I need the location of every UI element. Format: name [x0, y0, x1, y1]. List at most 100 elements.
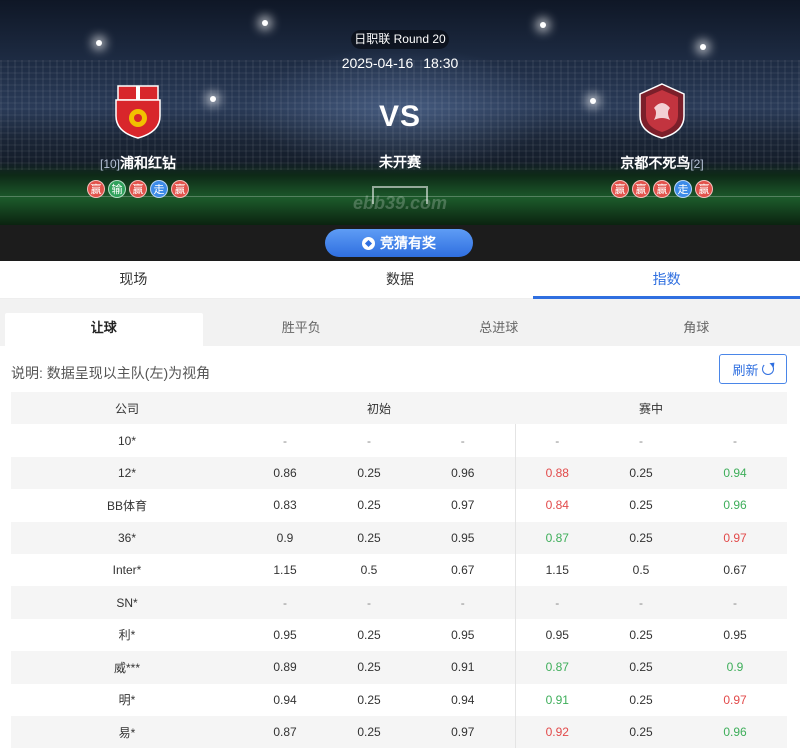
- form-badge-win: 赢: [632, 180, 650, 198]
- odds-table: 公司 初始 赛中 10* - - - - - -12* 0.86 0.25 0.96 0.88 0.2…: [11, 392, 788, 749]
- form-badge-win: 赢: [653, 180, 671, 198]
- initial-odds-cell: 0.5: [327, 553, 411, 587]
- live-odds-cell: 0.96: [683, 489, 788, 522]
- table-row[interactable]: 利* 0.95 0.25 0.95 0.95 0.25 0.95: [11, 618, 788, 652]
- initial-odds-cell: -: [411, 586, 516, 619]
- initial-odds-cell: 0.95: [411, 521, 516, 554]
- table-row[interactable]: SN* - - - - - -: [11, 586, 788, 619]
- company-cell: 威***: [11, 651, 243, 684]
- tab-odds[interactable]: 指数: [533, 261, 800, 299]
- vs-label: VS: [378, 100, 422, 133]
- initial-odds-cell: 0.67: [411, 553, 516, 587]
- live-odds-cell: 0.96: [683, 715, 788, 749]
- live-odds-cell: 0.97: [683, 683, 788, 716]
- initial-odds-cell: -: [411, 424, 516, 457]
- home-team[interactable]: [10]浦和红钻 赢 输 赢 走 赢: [68, 82, 208, 198]
- stadium-light: [96, 40, 102, 46]
- site-watermark: ebb39.com: [352, 193, 448, 213]
- header-company: 公司: [11, 392, 243, 425]
- note-row: 说明: 数据呈现以主队(左)为视角 刷新: [0, 346, 800, 392]
- initial-odds-cell: 0.25: [327, 715, 411, 749]
- live-odds-cell: 0.87: [514, 651, 600, 684]
- initial-odds-cell: 0.83: [243, 489, 327, 522]
- home-team-form: 赢 输 赢 走 赢: [68, 180, 208, 198]
- initial-odds-cell: 0.96: [411, 456, 516, 490]
- form-badge-win: 赢: [695, 180, 713, 198]
- match-datetime: 2025-04-16 18:30: [300, 55, 500, 71]
- company-cell: BB体育: [11, 489, 243, 522]
- company-cell: 10*: [11, 424, 243, 457]
- initial-odds-cell: 0.25: [327, 456, 411, 490]
- company-cell: 明*: [11, 683, 243, 716]
- form-badge-win: 赢: [87, 180, 105, 198]
- home-team-name: 浦和红钻: [120, 155, 176, 171]
- live-odds-cell: -: [514, 424, 600, 457]
- live-odds-cell: -: [514, 586, 600, 619]
- initial-odds-cell: 0.94: [243, 683, 327, 716]
- live-odds-cell: 0.5: [599, 553, 684, 587]
- company-cell: 12*: [11, 456, 243, 490]
- live-odds-cell: 0.25: [599, 715, 684, 749]
- tab-stats[interactable]: 数据: [267, 261, 534, 298]
- table-row[interactable]: 明* 0.94 0.25 0.94 0.91 0.25 0.97: [11, 683, 788, 716]
- guess-prize-button[interactable]: 竞猜有奖: [325, 229, 473, 257]
- subtab-win-draw-lose[interactable]: 胜平负: [203, 313, 401, 346]
- refresh-label: 刷新: [732, 362, 759, 378]
- company-cell: SN*: [11, 586, 243, 619]
- away-team-rank: [2]: [690, 157, 704, 171]
- company-cell: 利*: [11, 618, 243, 652]
- table-header-row: 公司 初始 赛中: [11, 392, 788, 425]
- company-cell: 36*: [11, 521, 243, 554]
- odds-sub-tabs-area: 让球 胜平负 总进球 角球: [0, 299, 800, 346]
- table-row[interactable]: 10* - - - - - -: [11, 424, 788, 457]
- initial-odds-cell: 0.25: [327, 489, 411, 522]
- form-badge-draw: 走: [150, 180, 168, 198]
- live-odds-cell: 0.25: [599, 683, 684, 716]
- table-row[interactable]: Inter* 1.15 0.5 0.67 1.15 0.5 0.67: [11, 553, 788, 587]
- initial-odds-cell: 0.25: [327, 618, 411, 652]
- table-row[interactable]: 12* 0.86 0.25 0.96 0.88 0.25 0.94: [11, 456, 788, 490]
- table-row[interactable]: 36* 0.9 0.25 0.95 0.87 0.25 0.97: [11, 521, 788, 554]
- initial-odds-cell: 1.15: [243, 553, 327, 587]
- subtab-handicap[interactable]: 让球: [5, 313, 203, 346]
- initial-odds-cell: 0.97: [411, 489, 516, 522]
- initial-odds-cell: 0.87: [243, 715, 327, 749]
- form-badge-win: 赢: [611, 180, 629, 198]
- perspective-note: 说明: 数据呈现以主队(左)为视角: [11, 365, 211, 381]
- subtab-total-goals[interactable]: 总进球: [400, 313, 598, 346]
- refresh-button[interactable]: 刷新: [719, 354, 787, 384]
- match-status: 未开赛: [379, 154, 421, 170]
- form-badge-win: 赢: [171, 180, 189, 198]
- live-odds-cell: 0.25: [599, 651, 684, 684]
- tab-live[interactable]: 现场: [0, 261, 267, 298]
- live-odds-cell: 0.92: [514, 715, 600, 749]
- initial-odds-cell: 0.25: [327, 651, 411, 684]
- subtab-corners[interactable]: 角球: [598, 313, 796, 346]
- initial-odds-cell: 0.97: [411, 715, 516, 749]
- initial-odds-cell: 0.9: [243, 521, 327, 554]
- live-odds-cell: 1.15: [514, 553, 600, 587]
- initial-odds-cell: 0.25: [327, 521, 411, 554]
- guess-prize-label: 竞猜有奖: [380, 235, 436, 251]
- initial-odds-cell: 0.25: [327, 683, 411, 716]
- header-initial: 初始: [243, 392, 516, 425]
- live-odds-cell: 0.67: [683, 553, 788, 587]
- live-odds-cell: 0.88: [514, 456, 600, 490]
- form-badge-win: 赢: [129, 180, 147, 198]
- main-tabs: 现场 数据 指数: [0, 261, 800, 299]
- header-live: 赛中: [515, 392, 788, 425]
- table-row[interactable]: BB体育 0.83 0.25 0.97 0.84 0.25 0.96: [11, 489, 788, 522]
- away-team[interactable]: 京都不死鸟[2] 赢 赢 赢 走 赢: [592, 82, 732, 198]
- refresh-icon: [761, 363, 774, 375]
- stadium-light: [210, 96, 216, 102]
- live-odds-cell: 0.87: [514, 521, 600, 554]
- live-odds-cell: 0.94: [683, 456, 788, 490]
- initial-odds-cell: 0.94: [411, 683, 516, 716]
- league-round-tag: 日职联 Round 20: [351, 30, 449, 49]
- guess-bar: 竞猜有奖: [0, 225, 800, 261]
- away-team-name: 京都不死鸟: [620, 155, 691, 171]
- table-row[interactable]: 易* 0.87 0.25 0.97 0.92 0.25 0.96: [11, 715, 788, 749]
- initial-odds-cell: -: [327, 586, 411, 619]
- initial-odds-cell: 0.89: [243, 651, 327, 684]
- table-row[interactable]: 威*** 0.89 0.25 0.91 0.87 0.25 0.9: [11, 651, 788, 684]
